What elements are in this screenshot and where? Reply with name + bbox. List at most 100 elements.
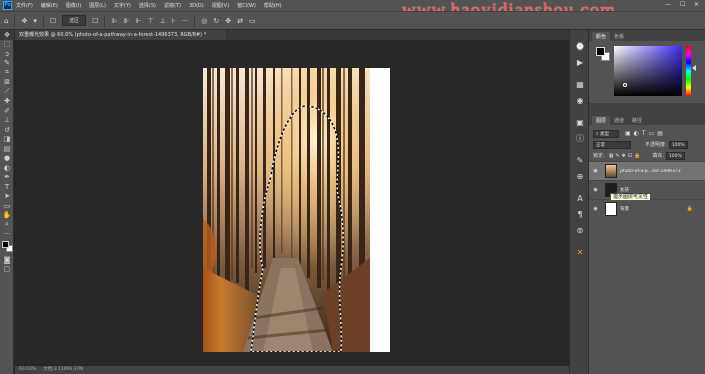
3d-scale-icon[interactable]: ▭ bbox=[249, 15, 256, 26]
eraser-tool-icon[interactable]: ◨ bbox=[0, 135, 14, 145]
pen-tool-icon[interactable]: ✒ bbox=[0, 173, 14, 183]
menu-select[interactable]: 选择(S) bbox=[139, 2, 156, 9]
3d-rotate-icon[interactable]: ↻ bbox=[213, 15, 219, 26]
foreground-color-swatch[interactable] bbox=[2, 241, 9, 248]
color-picker-field[interactable] bbox=[614, 46, 682, 96]
quick-select-tool-icon[interactable]: ✎ bbox=[0, 59, 14, 69]
tab-paths[interactable]: 路径 bbox=[628, 116, 646, 125]
tools-crossed-icon[interactable]: ✕ bbox=[570, 244, 590, 260]
move-tool-icon[interactable]: ✥ bbox=[21, 15, 27, 26]
hue-slider-track[interactable] bbox=[686, 46, 691, 96]
quick-mask-icon[interactable]: ◙ bbox=[0, 255, 14, 265]
frame-tool-icon[interactable]: ⊠ bbox=[0, 78, 14, 88]
auto-select-dropdown[interactable]: 选区 bbox=[62, 15, 87, 26]
3d-mode-icon[interactable]: ◎ bbox=[201, 15, 207, 26]
clone-stamp-icon[interactable]: ⊥ bbox=[0, 116, 14, 126]
libraries-icon[interactable]: ▣ bbox=[570, 114, 590, 130]
tab-swatches[interactable]: 色板 bbox=[610, 32, 628, 41]
menu-help[interactable]: 帮助(H) bbox=[264, 2, 282, 9]
document-tab[interactable]: 双重曝光效果 @ 60.6% (photo-of-a-pathway-in-a-… bbox=[15, 30, 227, 40]
lasso-tool-icon[interactable]: ↄ bbox=[0, 49, 14, 59]
info-icon[interactable]: ⓘ bbox=[570, 130, 590, 146]
menu-filter[interactable]: 滤镜(T) bbox=[164, 2, 181, 9]
menu-image[interactable]: 图像(I) bbox=[66, 2, 81, 9]
blend-mode-dropdown[interactable]: 正常 bbox=[593, 140, 631, 149]
dodge-tool-icon[interactable]: ◐ bbox=[0, 163, 14, 173]
hand-tool-icon[interactable]: ✋ bbox=[0, 211, 14, 221]
brush-tool-icon[interactable]: ✐ bbox=[0, 106, 14, 116]
history-icon[interactable]: ⌚ bbox=[570, 38, 590, 54]
character-icon[interactable]: A bbox=[570, 190, 590, 206]
foreground-color-swatch[interactable] bbox=[596, 47, 605, 56]
eye-icon[interactable]: ◉ bbox=[591, 206, 600, 212]
paragraph-icon[interactable]: ¶ bbox=[570, 206, 590, 222]
menu-edit[interactable]: 编辑(E) bbox=[41, 2, 58, 9]
adjustments-icon[interactable]: ◉ bbox=[570, 92, 590, 108]
brush-settings-icon[interactable]: ✎ bbox=[570, 152, 590, 168]
layer-photo[interactable]: ◉ photo-of-a-p...est-1496373 bbox=[589, 161, 705, 180]
eye-icon[interactable]: ◉ bbox=[591, 168, 600, 174]
menu-window[interactable]: 窗口(W) bbox=[237, 2, 256, 9]
type-tool-icon[interactable]: T bbox=[0, 182, 14, 192]
layer-name[interactable]: 背景 bbox=[620, 206, 629, 212]
marquee-tool-icon[interactable]: ⬚ bbox=[0, 40, 14, 50]
eye-icon[interactable]: ◉ bbox=[591, 187, 600, 193]
color-swatches[interactable] bbox=[0, 239, 14, 255]
collapsed-panels-strip: ⌚ ▶ ▦ ◉ ▣ ⓘ ✎ ⊕ A ¶ ⊚ ✕ bbox=[569, 30, 589, 374]
menu-layer[interactable]: 图层(L) bbox=[89, 2, 106, 9]
menu-file[interactable]: 文件(F) bbox=[16, 2, 33, 9]
path-select-icon[interactable]: ➤ bbox=[0, 192, 14, 202]
transform-controls-checkbox[interactable]: ☐ bbox=[92, 15, 98, 26]
options-bar: ⌂ ✥ ▾ ☐ 选区 ☐ ⊫ ⊪ ⊩ ⊤ ⊥ ⊦ ··· ◎ ↻ ✥ ⇄ ▭ bbox=[0, 11, 705, 30]
rectangle-tool-icon[interactable]: ▭ bbox=[0, 201, 14, 211]
clone-source-icon[interactable]: ⊕ bbox=[570, 168, 590, 184]
auto-select-checkbox[interactable]: ☐ bbox=[50, 15, 56, 26]
opacity-field[interactable]: 100% bbox=[668, 140, 688, 149]
align-left-icon[interactable]: ⊫ bbox=[111, 15, 117, 26]
tab-color[interactable]: 颜色 bbox=[592, 32, 611, 41]
more-options-icon[interactable]: ··· bbox=[182, 15, 189, 26]
forest-photo[interactable] bbox=[203, 68, 370, 352]
tab-layers[interactable]: 图层 bbox=[592, 116, 611, 125]
gradient-tool-icon[interactable]: ▤ bbox=[0, 144, 14, 154]
close-window-icon[interactable]: ✕ bbox=[694, 1, 699, 8]
3d-pan-icon[interactable]: ✥ bbox=[225, 15, 231, 26]
menu-3d[interactable]: 3D(D) bbox=[189, 3, 204, 9]
menu-view[interactable]: 视图(V) bbox=[212, 2, 229, 9]
align-bottom-icon[interactable]: ⊦ bbox=[172, 15, 176, 26]
layer-background[interactable]: ◉ 背景 🔒 bbox=[589, 199, 705, 218]
color-picker-cursor[interactable] bbox=[623, 83, 627, 87]
screen-mode-icon[interactable]: ▢ bbox=[0, 265, 14, 275]
move-tool-icon[interactable]: ✥ bbox=[0, 30, 14, 40]
blur-tool-icon[interactable]: ● bbox=[0, 154, 14, 164]
fill-field[interactable]: 100% bbox=[665, 151, 685, 160]
healing-brush-icon[interactable]: ✚ bbox=[0, 97, 14, 107]
properties-icon[interactable]: ▦ bbox=[570, 76, 590, 92]
eyedropper-tool-icon[interactable]: ⟋ bbox=[0, 87, 14, 97]
layer-filter-dropdown[interactable]: ⌕ 类型 bbox=[593, 129, 619, 138]
zoom-level[interactable]: 60.63% bbox=[19, 367, 36, 372]
more-tools-icon[interactable]: ··· bbox=[0, 230, 14, 240]
align-middle-icon[interactable]: ⊥ bbox=[160, 15, 166, 26]
layer-name[interactable]: photo-of-a-p...est-1496373 bbox=[620, 169, 681, 174]
lock-icons[interactable]: ▦✎✥⊡🔒 bbox=[609, 153, 643, 159]
history-brush-icon[interactable]: ↺ bbox=[0, 125, 14, 135]
layer-filter-icons[interactable]: ▣◐T▭▤ bbox=[625, 130, 666, 137]
align-center-icon[interactable]: ⊪ bbox=[124, 15, 130, 26]
zoom-tool-icon[interactable]: ⌕ bbox=[0, 220, 14, 230]
status-bar: 60.63% 文档:3.11M/6.37M bbox=[15, 366, 569, 374]
panel-separator bbox=[589, 103, 705, 115]
maximize-icon[interactable]: ☐ bbox=[680, 1, 685, 8]
chevron-down-icon[interactable]: ▾ bbox=[33, 15, 37, 26]
play-actions-icon[interactable]: ▶ bbox=[570, 54, 590, 70]
glyphs-icon[interactable]: ⊚ bbox=[570, 222, 590, 238]
3d-slide-icon[interactable]: ⇄ bbox=[237, 15, 243, 26]
hue-slider-handle[interactable] bbox=[692, 65, 696, 71]
menu-type[interactable]: 文字(Y) bbox=[114, 2, 131, 9]
align-right-icon[interactable]: ⊩ bbox=[136, 15, 142, 26]
align-top-icon[interactable]: ⊤ bbox=[148, 15, 154, 26]
home-icon[interactable]: ⌂ bbox=[4, 15, 8, 26]
tab-channels[interactable]: 通道 bbox=[610, 116, 628, 125]
minimize-icon[interactable]: — bbox=[665, 1, 671, 8]
crop-tool-icon[interactable]: ⌗ bbox=[0, 68, 14, 78]
